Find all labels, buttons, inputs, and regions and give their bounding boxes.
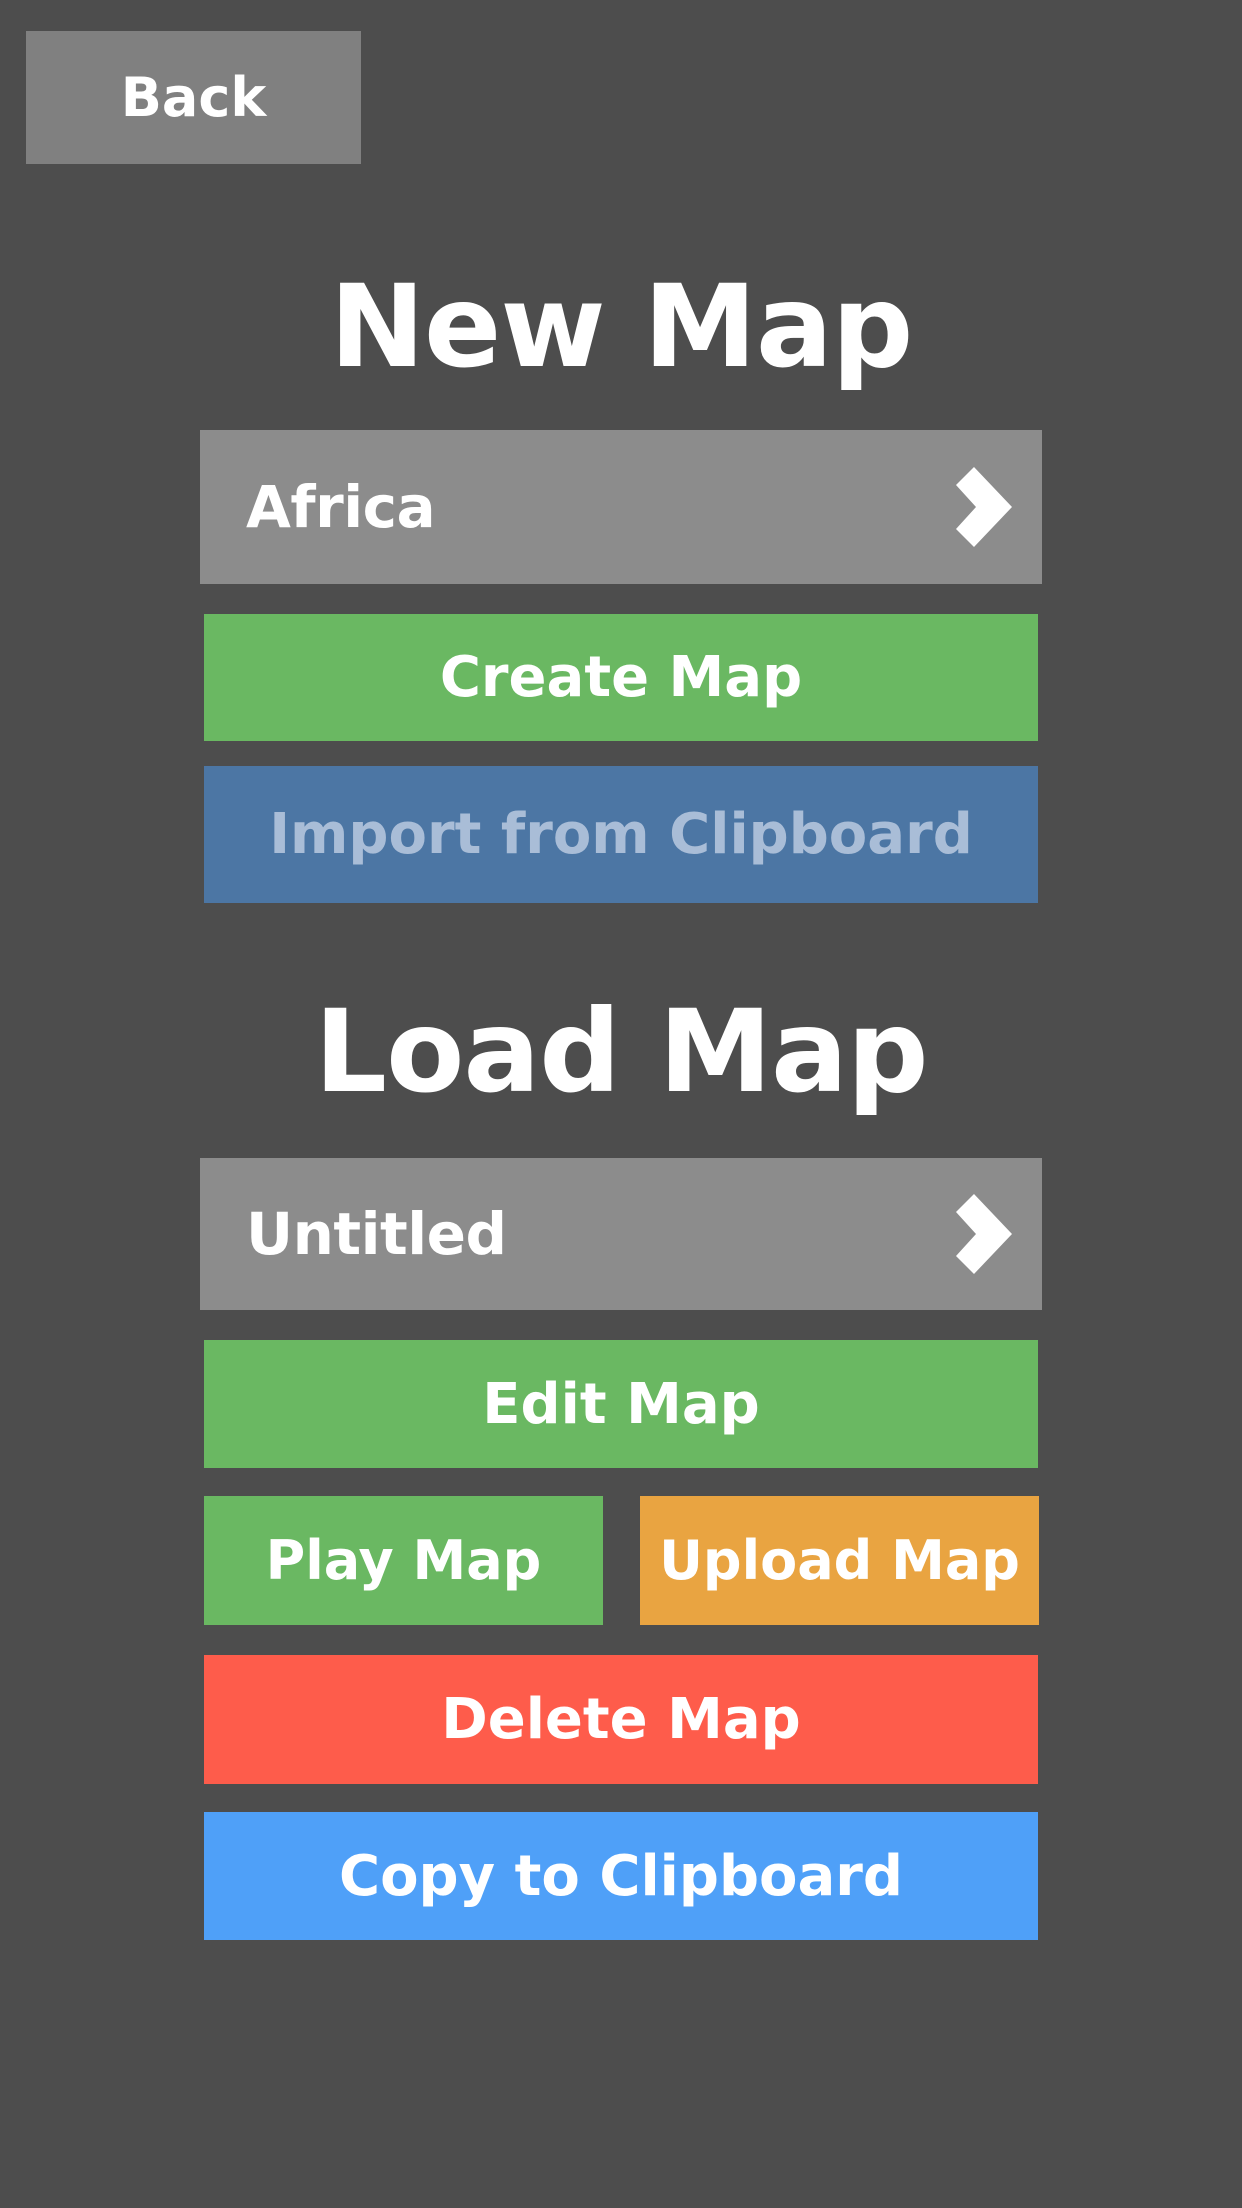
create-map-label: Create Map bbox=[439, 645, 803, 710]
play-map-label: Play Map bbox=[265, 1529, 542, 1592]
template-selector-value: Africa bbox=[246, 473, 436, 541]
load-map-heading: Load Map bbox=[314, 985, 928, 1118]
map-selector[interactable]: Untitled bbox=[200, 1158, 1042, 1310]
chevron-right-icon[interactable] bbox=[956, 467, 1012, 547]
back-button[interactable]: Back bbox=[26, 31, 361, 164]
play-map-button[interactable]: Play Map bbox=[204, 1496, 603, 1625]
delete-map-button[interactable]: Delete Map bbox=[204, 1655, 1038, 1784]
chevron-right-icon[interactable] bbox=[956, 1194, 1012, 1274]
upload-map-label: Upload Map bbox=[659, 1529, 1020, 1592]
delete-map-label: Delete Map bbox=[441, 1687, 801, 1752]
import-from-clipboard-label: Import from Clipboard bbox=[269, 802, 973, 867]
new-map-heading: New Map bbox=[329, 260, 914, 393]
copy-to-clipboard-button[interactable]: Copy to Clipboard bbox=[204, 1812, 1038, 1940]
edit-map-label: Edit Map bbox=[482, 1371, 760, 1437]
upload-map-button[interactable]: Upload Map bbox=[640, 1496, 1039, 1625]
back-button-label: Back bbox=[120, 66, 267, 129]
create-map-button[interactable]: Create Map bbox=[204, 614, 1038, 741]
template-selector[interactable]: Africa bbox=[200, 430, 1042, 584]
map-selector-value: Untitled bbox=[246, 1200, 507, 1268]
edit-map-button[interactable]: Edit Map bbox=[204, 1340, 1038, 1468]
import-from-clipboard-button[interactable]: Import from Clipboard bbox=[204, 766, 1038, 903]
copy-to-clipboard-label: Copy to Clipboard bbox=[338, 1843, 904, 1909]
